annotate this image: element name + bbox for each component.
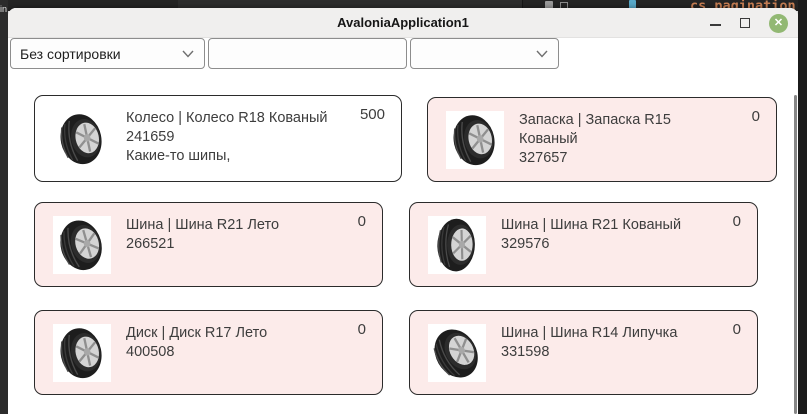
desktop-left-text: in xyxy=(0,4,7,14)
sort-combobox[interactable]: Без сортировки xyxy=(10,38,205,69)
stock-count: 500 xyxy=(360,106,385,123)
stock-count: 0 xyxy=(358,321,366,338)
product-title: Шина | Шина R21 Кованый xyxy=(501,216,681,235)
stock-count: 0 xyxy=(752,108,760,125)
app-window: AvaloniaApplication1 ✕ Без сортировки xyxy=(8,8,798,414)
tire-image xyxy=(53,324,111,382)
product-code: 329576 xyxy=(501,235,681,254)
window-title: AvaloniaApplication1 xyxy=(8,15,798,30)
product-code: 241659 xyxy=(126,128,328,147)
sort-combobox-value: Без сортировки xyxy=(20,46,121,62)
product-card[interactable]: Шина | Шина R21 Лето 266521 0 xyxy=(34,202,383,287)
chevron-down-icon xyxy=(182,50,194,58)
minimize-icon[interactable] xyxy=(710,24,721,26)
stock-count: 0 xyxy=(733,321,741,338)
tire-image xyxy=(53,110,111,168)
maximize-icon[interactable] xyxy=(740,18,750,28)
product-title: Шина | Шина R14 Липучка xyxy=(501,324,677,343)
product-card[interactable]: Диск | Диск R17 Лето 400508 0 xyxy=(34,310,383,395)
tire-image xyxy=(428,324,486,382)
product-code: 400508 xyxy=(126,343,267,362)
tire-image xyxy=(446,111,504,169)
stock-count: 0 xyxy=(358,213,366,230)
stock-count: 0 xyxy=(733,213,741,230)
product-card[interactable]: Колесо | Колесо R18 Кованый 241659 Какие… xyxy=(34,95,402,182)
product-code: 266521 xyxy=(126,235,279,254)
product-code: 327657 xyxy=(519,149,720,168)
product-code: 331598 xyxy=(501,343,677,362)
desktop-right-edge xyxy=(798,0,807,414)
product-title: Диск | Диск R17 Лето xyxy=(126,324,267,343)
filter-combobox[interactable] xyxy=(410,38,559,69)
tire-image xyxy=(53,216,111,274)
titlebar[interactable]: AvaloniaApplication1 ✕ xyxy=(8,8,798,38)
vertical-scrollbar[interactable] xyxy=(794,95,797,414)
product-title: Шина | Шина R21 Лето xyxy=(126,216,279,235)
search-input[interactable] xyxy=(209,39,406,68)
product-card[interactable]: Запаска | Запаска R15 Кованый 327657 0 xyxy=(427,97,777,182)
close-icon[interactable]: ✕ xyxy=(769,14,788,33)
product-title: Запаска | Запаска R15 Кованый xyxy=(519,111,720,149)
product-note: Какие-то шипы, xyxy=(126,147,328,166)
product-card[interactable]: Шина | Шина R21 Кованый 329576 0 xyxy=(409,202,758,287)
tire-image xyxy=(428,216,486,274)
toolbar: Без сортировки xyxy=(10,38,559,69)
product-card[interactable]: Шина | Шина R14 Липучка 331598 0 xyxy=(409,310,758,395)
chevron-down-icon xyxy=(536,50,548,58)
product-title: Колесо | Колесо R18 Кованый xyxy=(126,109,328,128)
search-field[interactable] xyxy=(208,38,407,69)
desktop-left-edge: in xyxy=(0,0,8,414)
